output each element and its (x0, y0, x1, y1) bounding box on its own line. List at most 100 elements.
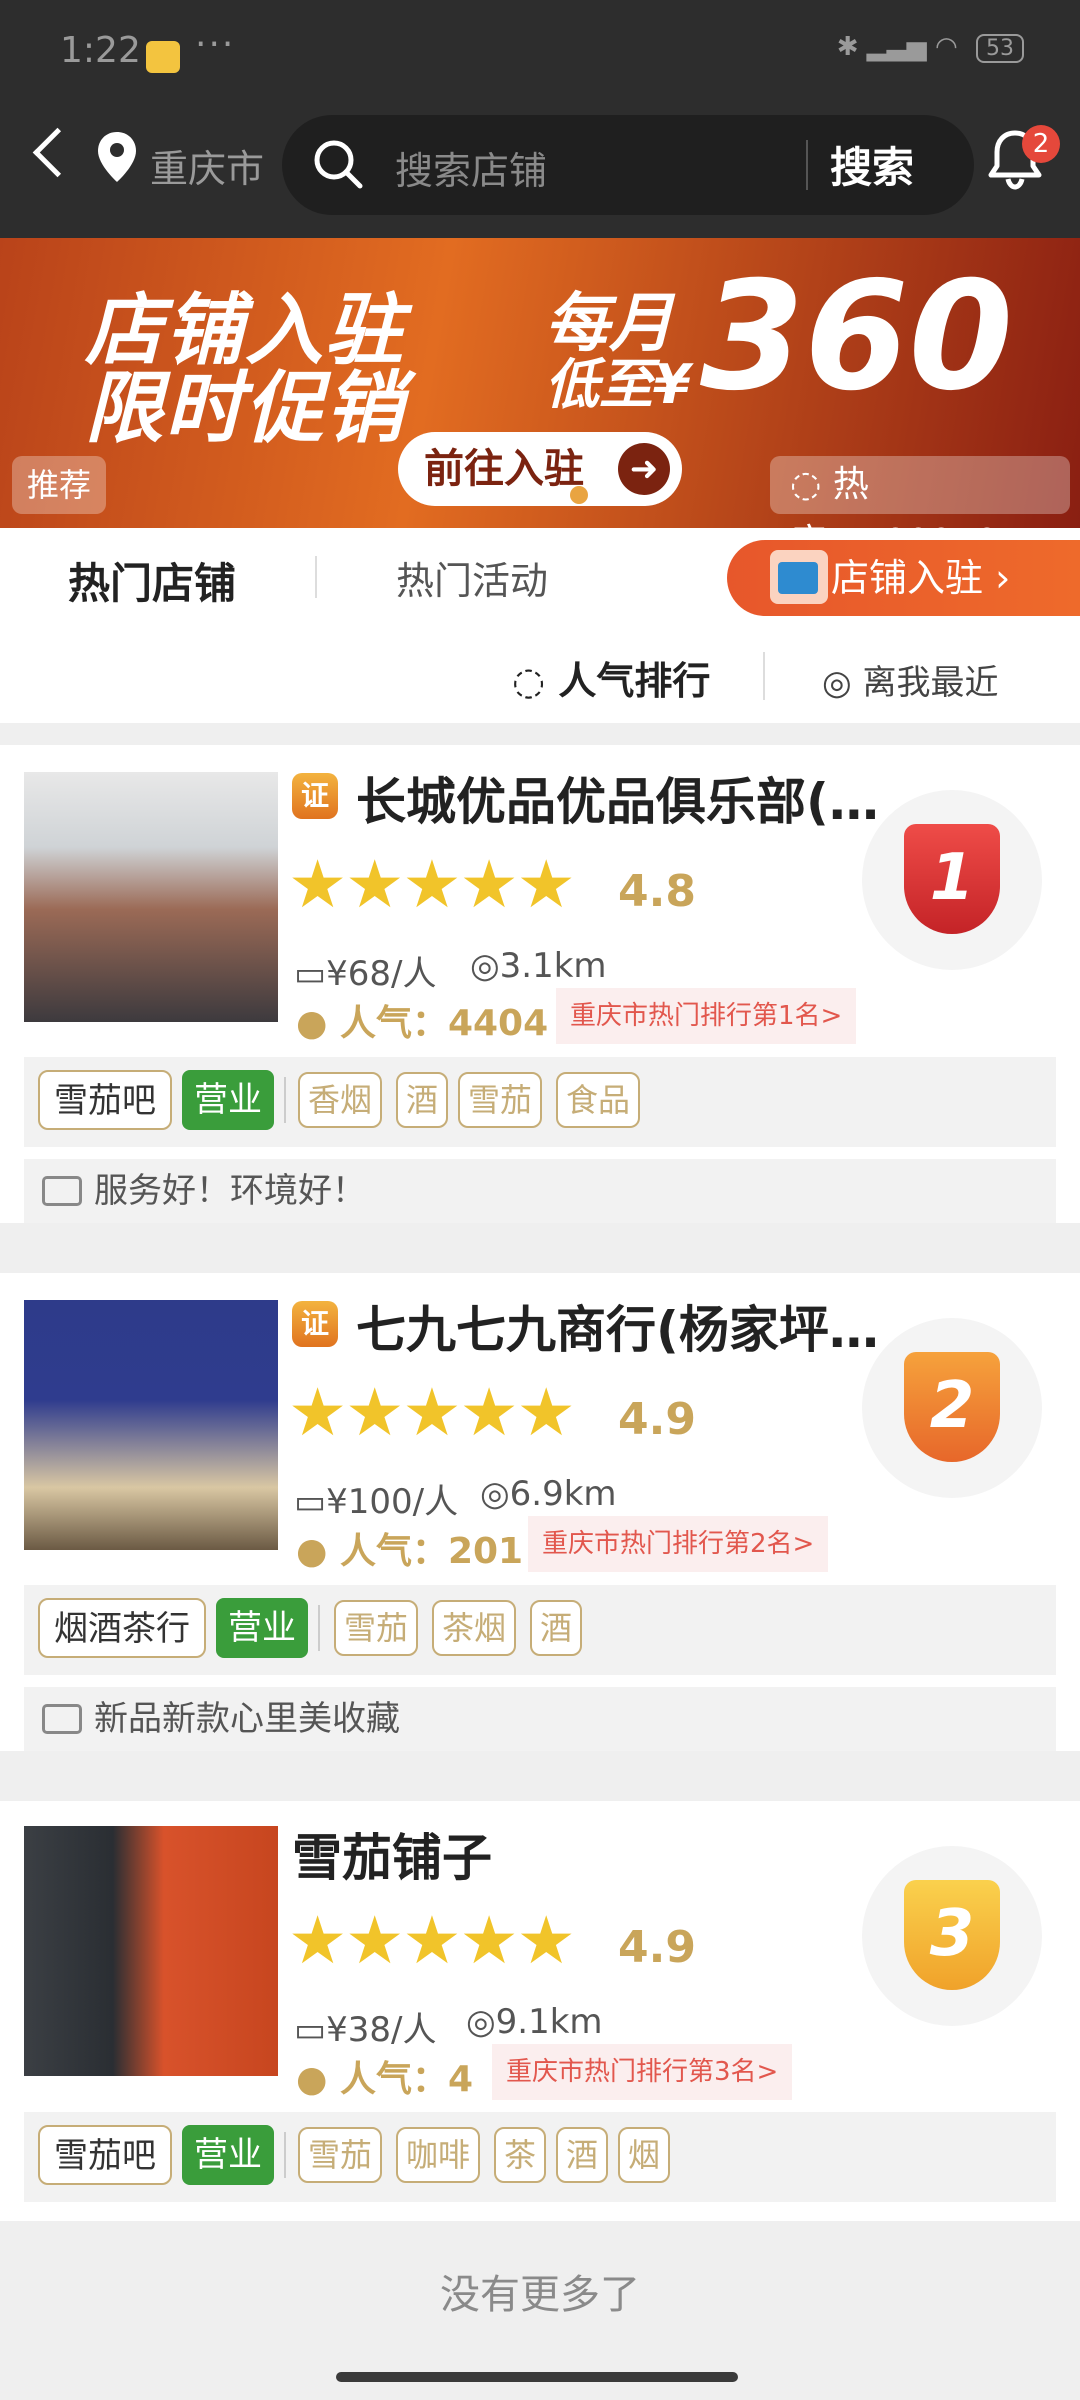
star-rating-icon: ★★★★★ (288, 1902, 576, 1979)
no-more-text: 没有更多了 (440, 2272, 640, 2318)
battery-icon: 53 (976, 34, 1024, 63)
open-status-badge: 营业 (216, 1598, 308, 1658)
tag: 香烟 (298, 1072, 383, 1128)
open-status-badge: 营业 (182, 1070, 274, 1130)
shop-score: 4.9 (618, 1922, 696, 1973)
banner-price: 360 (700, 250, 1014, 424)
tab-divider (315, 556, 317, 598)
verified-badge-icon: 证 (292, 1301, 338, 1347)
shop-photo[interactable] (24, 1300, 278, 1550)
popularity: ● 人气：4404 (296, 994, 548, 1046)
price-per-person: ▭¥38/人 (294, 2002, 436, 2051)
shop-score: 4.9 (618, 1394, 696, 1445)
tag: 酒 (396, 1072, 449, 1128)
distance: ◎3.1km (470, 946, 607, 986)
sort-nearest[interactable]: ◎ 离我最近 (822, 655, 998, 704)
popularity-value: 人气：201 (339, 1531, 524, 1572)
banner-recommend-tag: 推荐 (12, 456, 106, 514)
location-icon: ◎ (822, 663, 863, 703)
flame-icon: ◌ (512, 659, 559, 703)
comment-icon (42, 1176, 82, 1206)
notification-badge: 2 (1022, 125, 1060, 163)
tag-divider (284, 2132, 286, 2178)
wallet-icon: ▭ (294, 2010, 327, 2050)
rank-link[interactable]: 重庆市热门排行第3名> (492, 2044, 793, 2100)
wifi-icon: ◠ (935, 32, 958, 62)
tag: 烟 (618, 2127, 671, 2183)
location-icon: ◎ (466, 2002, 496, 2042)
rank-shield-2: 2 (904, 1352, 1000, 1462)
shop-photo[interactable] (24, 1826, 278, 2076)
popularity-value: 人气：4 (339, 2059, 474, 2100)
sort-popularity-label: 人气排行 (558, 659, 711, 703)
tag: 雪茄 (298, 2127, 383, 2183)
tag: 茶烟 (432, 1600, 517, 1656)
flame-icon: ● (296, 1003, 340, 1044)
wallet-icon: ▭ (294, 1482, 327, 1522)
comment-icon (42, 1704, 82, 1734)
distance-value: 3.1km (499, 946, 607, 986)
open-status-badge: 营业 (182, 2125, 274, 2185)
sort-divider (763, 652, 765, 700)
location-icon: ◎ (470, 946, 500, 986)
shop-name[interactable]: 雪茄铺子 (292, 1818, 492, 1890)
shop-comment: 服务好！环境好！ (24, 1159, 1056, 1223)
price-per-person: ▭¥68/人 (294, 946, 436, 995)
system-icons: ✱ ▂▃▅ ◠ 53 (837, 32, 1024, 63)
carousel-dot-active[interactable] (570, 486, 588, 504)
price-value: ¥100/人 (326, 1482, 459, 1522)
carousel-dot[interactable] (610, 486, 628, 504)
rank-link[interactable]: 重庆市热门排行第2名> (528, 1516, 829, 1572)
banner-heat-badge: ◌ 热度:5100070 (770, 456, 1070, 563)
location-icon: ◎ (480, 1474, 510, 1514)
home-indicator[interactable] (336, 2372, 738, 2382)
banner-low-to: 低至¥ (545, 353, 691, 416)
carousel-dot[interactable] (450, 486, 468, 504)
wallet-icon: ▭ (294, 954, 327, 994)
location-pin-icon[interactable] (95, 130, 139, 188)
tab-hot-shops[interactable]: 热门店铺 (68, 550, 236, 611)
banner-title-line2: 限时促销 (85, 364, 406, 454)
category-tag: 雪茄吧 (38, 1070, 172, 1130)
city-selector[interactable]: 重庆市 (150, 138, 264, 193)
shop-name[interactable]: 长城优品优品俱乐部(… (356, 762, 879, 834)
search-icon (310, 136, 366, 196)
distance: ◎6.9km (480, 1474, 617, 1514)
search-divider (806, 140, 808, 190)
star-rating-icon: ★★★★★ (288, 846, 576, 923)
rank-shield-1: 1 (904, 824, 1000, 934)
status-bar: 1:22 ··· ✱ ▂▃▅ ◠ 53 (0, 0, 1080, 110)
distance-value: 9.1km (495, 2002, 603, 2042)
category-tag: 雪茄吧 (38, 2125, 172, 2185)
shop-name[interactable]: 七九七九商行(杨家坪… (356, 1290, 879, 1362)
shop-comment: 新品新款心里美收藏 (24, 1687, 1056, 1751)
rank-link[interactable]: 重庆市热门排行第1名> (556, 988, 857, 1044)
store-icon-inner (778, 562, 818, 594)
star-rating-icon: ★★★★★ (288, 1374, 576, 1451)
arrow-right-icon: ➜ (618, 443, 670, 495)
bluetooth-icon: ✱ (836, 32, 859, 62)
tag-divider (284, 1077, 286, 1123)
distance: ◎9.1km (466, 2002, 603, 2042)
category-tag: 烟酒茶行 (38, 1598, 206, 1658)
price-value: ¥38/人 (326, 2010, 437, 2050)
tag: 茶 (494, 2127, 547, 2183)
carousel-dot[interactable] (530, 486, 548, 504)
sort-popularity[interactable]: ◌ 人气排行 (512, 650, 710, 705)
carousel-dot[interactable] (490, 486, 508, 504)
flame-icon: ● (296, 2059, 340, 2100)
shop-photo[interactable] (24, 772, 278, 1022)
search-input[interactable]: 搜索店铺 (395, 140, 547, 195)
notification-app-icon (146, 41, 180, 73)
sort-nearest-label: 离我最近 (862, 663, 999, 703)
rank-shield-3: 3 (904, 1880, 1000, 1990)
shop-score: 4.8 (618, 866, 696, 917)
tag: 雪茄 (458, 1072, 543, 1128)
signal-icon: ▂▃▅ (866, 32, 927, 62)
tag: 雪茄 (334, 1600, 419, 1656)
popularity: ● 人气：201 (296, 1522, 523, 1574)
search-button[interactable]: 搜索 (830, 134, 914, 195)
tag: 酒 (530, 1600, 583, 1656)
more-notifications-dots: ··· (195, 24, 236, 65)
tab-hot-events[interactable]: 热门活动 (396, 550, 548, 605)
